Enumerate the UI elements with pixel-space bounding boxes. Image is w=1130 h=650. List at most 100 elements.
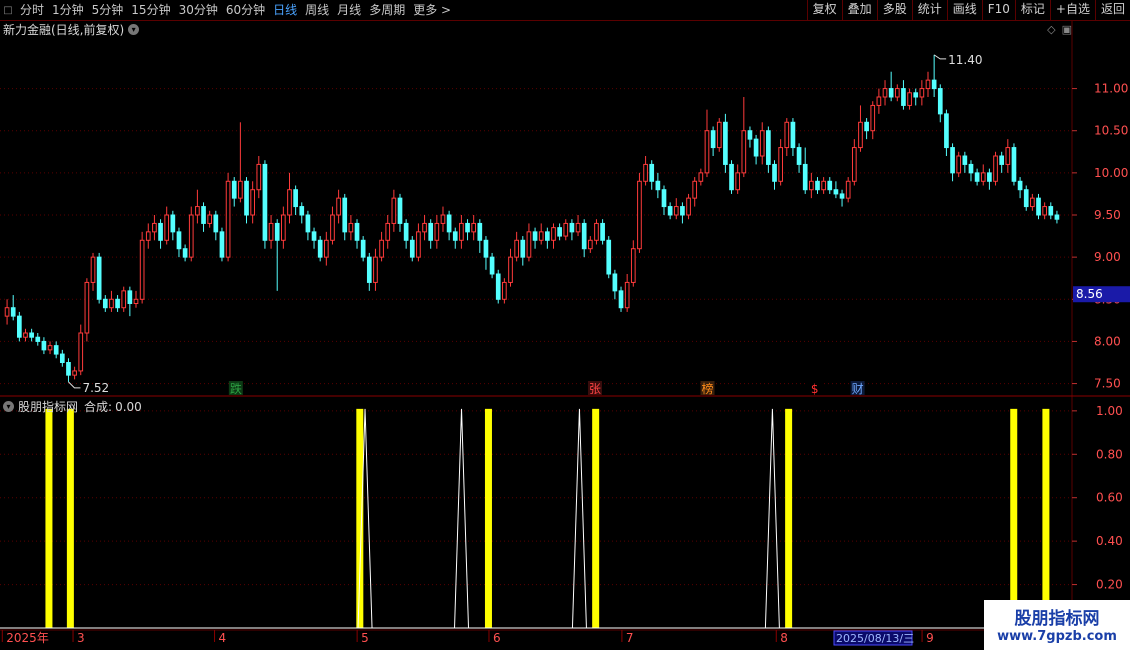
candle-body xyxy=(422,222,427,233)
candle-body xyxy=(716,121,722,149)
toolbar-button[interactable]: 标记 xyxy=(1014,0,1050,20)
candle-body xyxy=(397,197,403,224)
candle-body xyxy=(1054,214,1060,220)
panel-icon[interactable]: ▣ xyxy=(1062,23,1072,36)
watermark-title: 股朋指标网 xyxy=(1014,609,1100,629)
candle-body xyxy=(698,172,704,182)
candle-body xyxy=(379,239,384,258)
candle-body xyxy=(514,239,519,258)
period-tab[interactable]: 分时 xyxy=(16,0,48,20)
indicator-tick-label: 0.40 xyxy=(1096,534,1123,548)
candle-body xyxy=(870,104,876,132)
candle-body xyxy=(594,222,599,241)
candle-body xyxy=(680,206,685,216)
candle-body xyxy=(152,222,157,233)
toolbar-button[interactable]: 叠加 xyxy=(841,0,877,20)
checkbox-icon[interactable]: □ xyxy=(0,0,16,20)
diamond-icon[interactable]: ◇ xyxy=(1047,23,1055,36)
period-tab[interactable]: 日线 xyxy=(269,0,301,20)
signal-bar xyxy=(1042,408,1050,628)
period-tab[interactable]: 多周期 xyxy=(365,0,409,20)
candle-body xyxy=(1017,180,1023,191)
candle-body xyxy=(851,147,857,182)
candle-body xyxy=(723,121,728,165)
chart-canvas[interactable]: 11.0010.5010.009.509.008.508.007.508.561… xyxy=(0,0,1130,650)
candle-body xyxy=(238,180,243,199)
event-marker[interactable]: 财 xyxy=(852,382,864,396)
signal-bar xyxy=(785,408,793,628)
candle-body xyxy=(219,231,225,258)
candle-body xyxy=(182,248,188,258)
candle-body xyxy=(612,273,618,292)
candle-body xyxy=(305,214,311,233)
event-marker[interactable]: 张 xyxy=(589,382,601,396)
candle-body xyxy=(207,214,213,224)
candle-body xyxy=(495,273,501,300)
candle-body xyxy=(385,222,391,241)
dropdown-icon[interactable]: ▾ xyxy=(128,24,140,35)
candle-body xyxy=(127,290,133,305)
candle-body xyxy=(569,222,575,233)
date-label: 6 xyxy=(493,631,501,645)
candle-body xyxy=(618,290,624,309)
toolbar-button[interactable]: +自选 xyxy=(1049,0,1095,20)
candle-body xyxy=(274,222,280,241)
candle-body xyxy=(692,180,698,199)
toolbar-button[interactable]: 复权 xyxy=(806,0,842,20)
candle-body xyxy=(244,180,249,216)
candle-body xyxy=(600,222,605,241)
candle-body xyxy=(502,281,507,300)
price-tick-label: 11.00 xyxy=(1094,82,1128,96)
toolbar-button[interactable]: 返回 xyxy=(1094,0,1130,20)
event-marker[interactable]: $ xyxy=(811,382,819,396)
period-tab[interactable]: 更多 > xyxy=(409,0,455,20)
candle-body xyxy=(41,340,47,351)
candle-body xyxy=(465,222,470,233)
period-tab[interactable]: 30分钟 xyxy=(175,0,222,20)
toolbar-button[interactable]: 多股 xyxy=(876,0,912,20)
event-marker[interactable]: 跌 xyxy=(230,381,242,396)
candle-body xyxy=(858,121,863,149)
toolbar-button[interactable]: 画线 xyxy=(946,0,982,20)
candle-body xyxy=(741,130,747,174)
candle-body xyxy=(931,79,937,90)
period-tab[interactable]: 月线 xyxy=(333,0,365,20)
candle-body xyxy=(526,231,532,258)
candle-body xyxy=(790,121,796,149)
candle-body xyxy=(661,189,667,208)
event-marker[interactable]: 榜 xyxy=(702,381,714,396)
candle-body xyxy=(23,332,28,338)
toolbar-button[interactable]: 统计 xyxy=(911,0,947,20)
period-tab[interactable]: 60分钟 xyxy=(222,0,269,20)
candle-body xyxy=(587,239,593,250)
period-tab[interactable]: 15分钟 xyxy=(127,0,174,20)
candle-body xyxy=(188,214,194,258)
toolbar: □ 分时 1分钟 5分钟 15分钟 30分钟 60分钟 日线 周线 月线 多周期 更多 > 复权 叠加… xyxy=(0,0,1130,21)
candle-body xyxy=(980,172,986,182)
candle-body xyxy=(796,147,802,165)
candle-body xyxy=(999,155,1005,165)
period-tab[interactable]: 5分钟 xyxy=(88,0,128,20)
dropdown-icon[interactable]: ▾ xyxy=(3,401,14,412)
candle-body xyxy=(821,180,826,191)
candle-body xyxy=(557,227,562,237)
candle-body xyxy=(747,130,753,140)
candle-body xyxy=(637,180,642,250)
candle-body xyxy=(170,214,176,233)
candle-body xyxy=(299,206,305,216)
watermark-url: www.7gpzb.com xyxy=(997,629,1117,644)
period-tab[interactable]: 周线 xyxy=(301,0,333,20)
candle-body xyxy=(649,163,655,182)
period-tab[interactable]: 1分钟 xyxy=(48,0,88,20)
candle-body xyxy=(1048,206,1054,216)
candle-body xyxy=(974,172,980,182)
toolbar-button[interactable]: F10 xyxy=(981,0,1015,20)
date-label: 5 xyxy=(361,631,369,645)
candle-body xyxy=(968,163,974,174)
candle-body xyxy=(673,206,679,216)
candle-body xyxy=(471,222,477,233)
signal-bar xyxy=(66,408,74,628)
indicator-value: 0.00 xyxy=(115,399,142,414)
candle-body xyxy=(10,307,16,317)
candle-body xyxy=(213,214,219,233)
